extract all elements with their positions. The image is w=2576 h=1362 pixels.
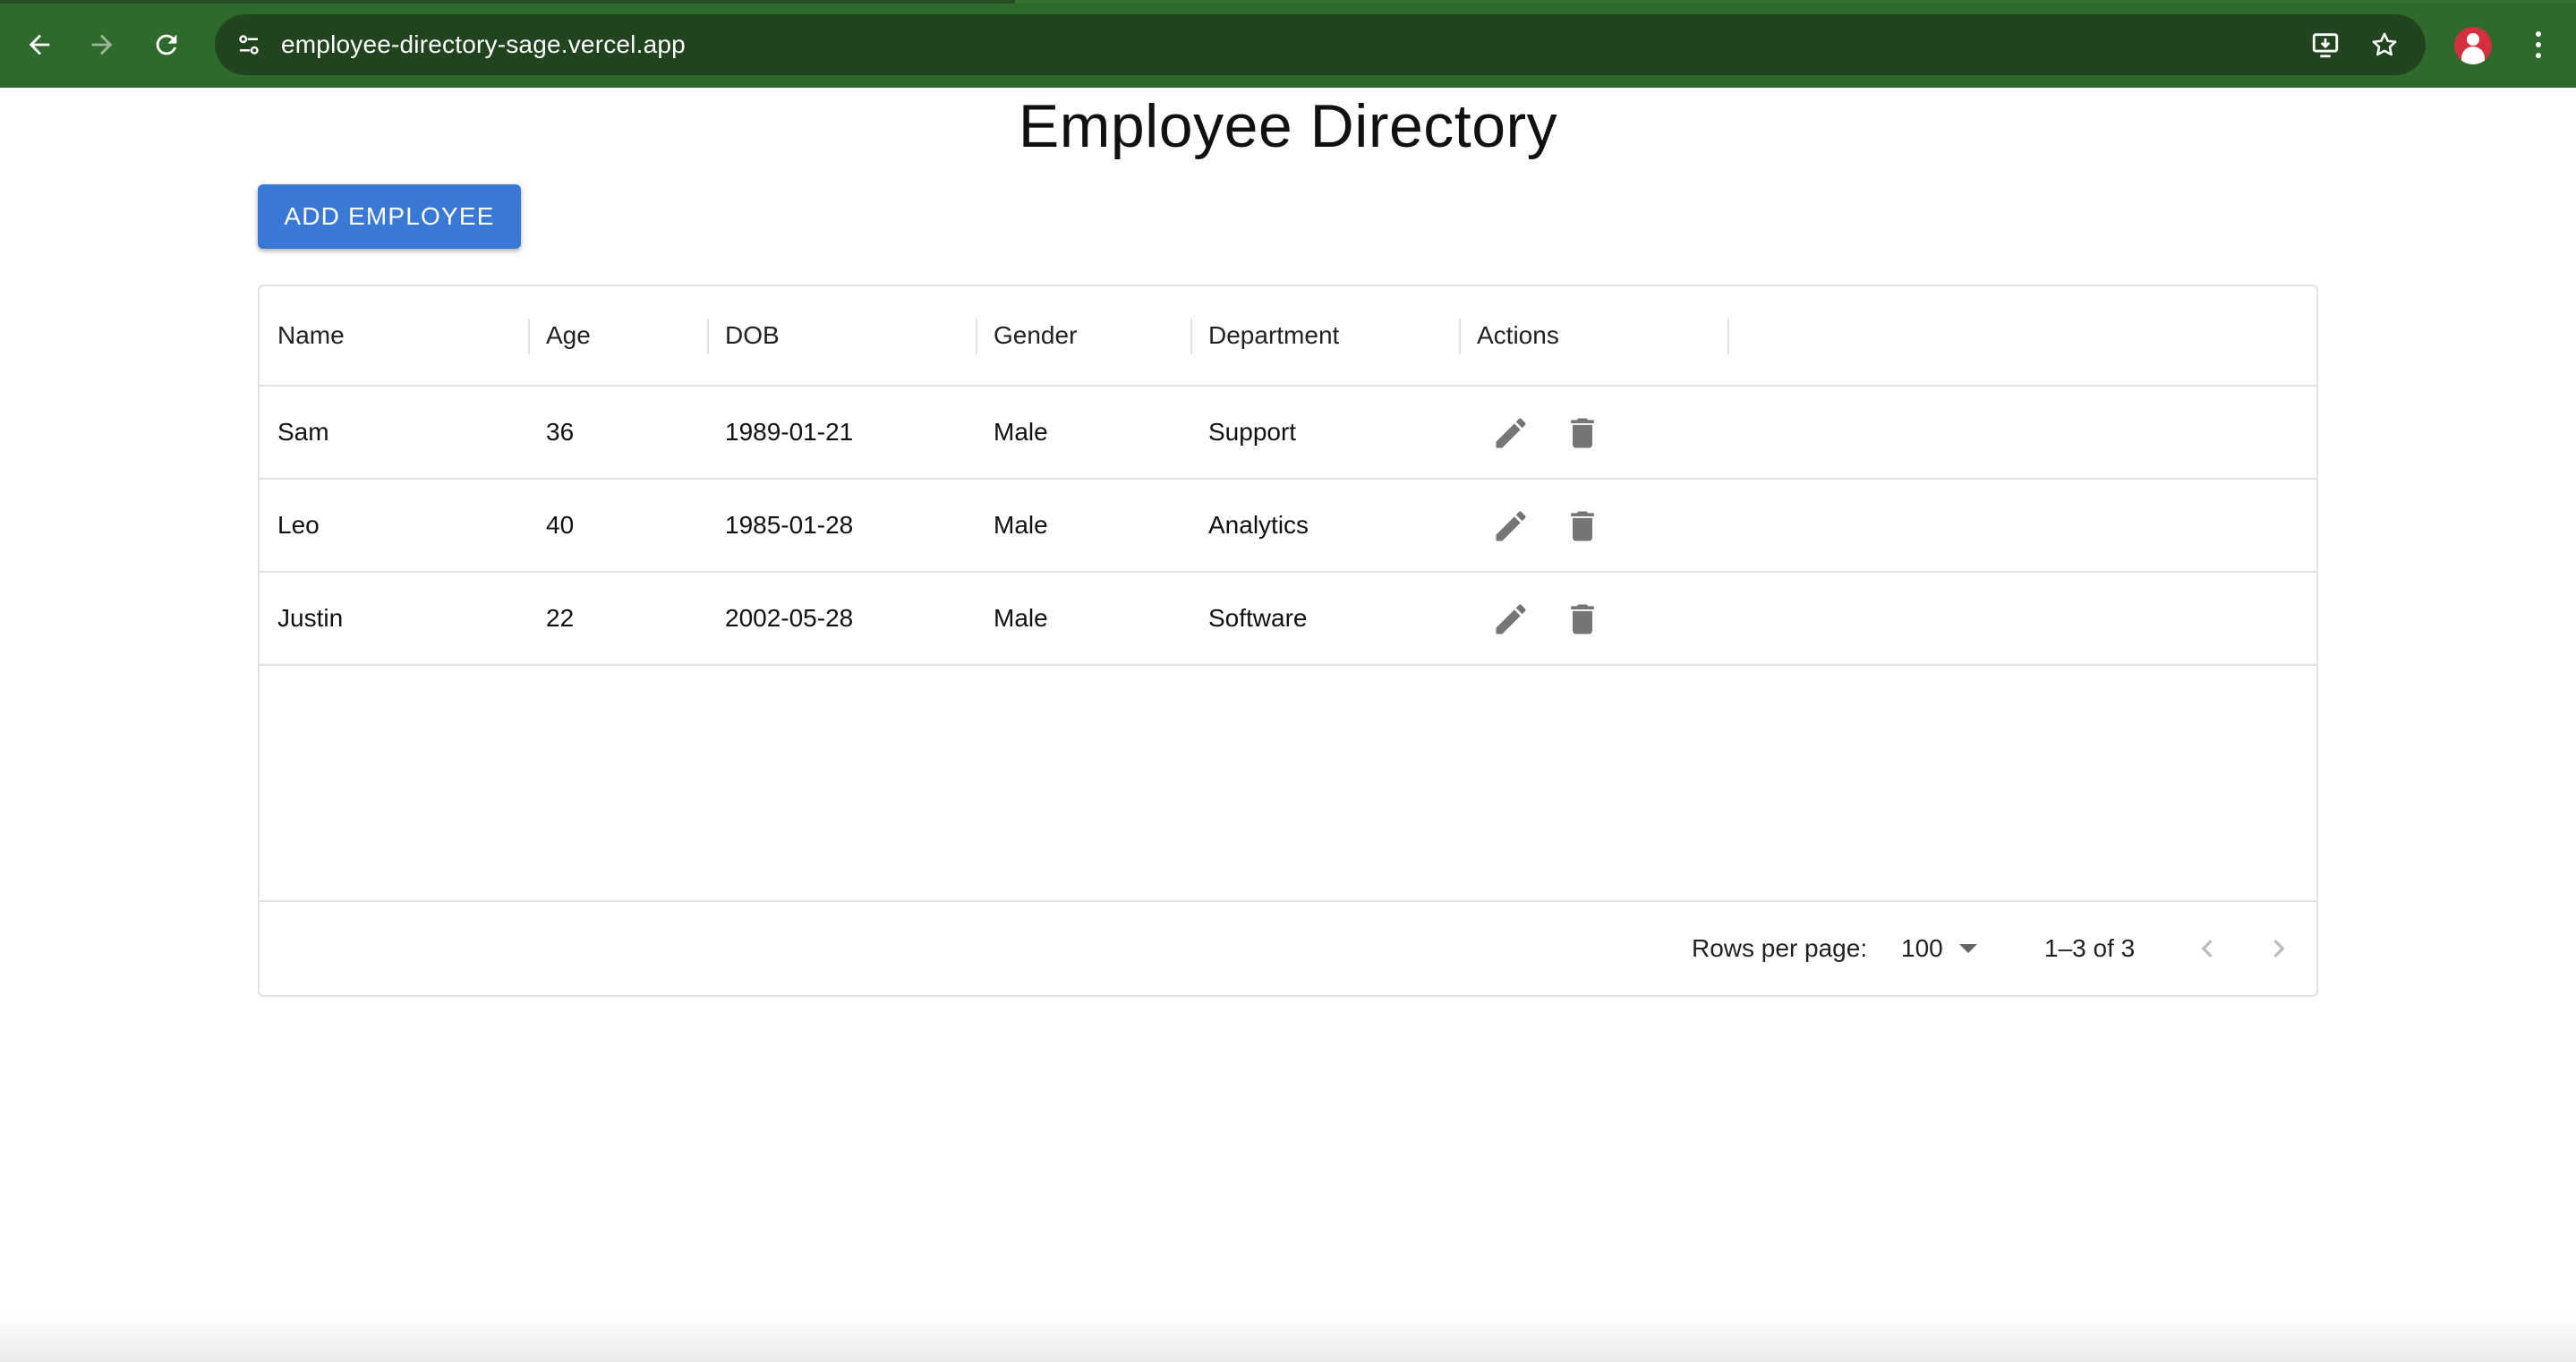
profile-avatar[interactable]	[2454, 27, 2492, 64]
reload-icon	[156, 34, 177, 55]
table-row[interactable]: Leo 40 1985-01-28 Male Analytics	[260, 480, 2316, 573]
active-tab-edge	[1015, 0, 2576, 4]
browser-toolbar: employee-directory-sage.vercel.app	[0, 0, 2576, 88]
window-bottom-shadow	[0, 1312, 2576, 1362]
cell-age: 40	[546, 511, 575, 539]
page-range-text: 1–3 of 3	[2044, 934, 2136, 962]
chevron-right-icon	[2273, 940, 2285, 958]
delete-icon[interactable]	[1561, 598, 1604, 641]
cell-name: Justin	[277, 604, 344, 632]
page-title: Employee Directory	[1018, 92, 1558, 160]
edit-icon[interactable]	[1489, 412, 1532, 455]
url-text[interactable]: employee-directory-sage.vercel.app	[281, 14, 686, 75]
cell-age: 22	[546, 604, 575, 632]
rows-per-page-label: Rows per page:	[1692, 934, 1868, 962]
column-header-name[interactable]: Name	[260, 286, 528, 385]
cell-name: Leo	[277, 511, 320, 539]
cell-dob: 2002-05-28	[725, 604, 854, 632]
install-app-icon	[2312, 33, 2339, 58]
table-row[interactable]: Justin 22 2002-05-28 Male Software	[260, 573, 2316, 666]
avatar-body	[2461, 47, 2485, 64]
chevron-left-icon	[2201, 940, 2213, 958]
delete-icon[interactable]	[1561, 412, 1604, 455]
chevron-down-icon	[1958, 944, 1977, 953]
page-viewport: Employee Directory ADD EMPLOYEE Name Age…	[0, 88, 2576, 1362]
rows-per-page-select[interactable]: 100	[1901, 927, 1977, 970]
back-button[interactable]	[18, 23, 61, 66]
rows-per-page-value: 100	[1901, 934, 1943, 962]
table-row[interactable]: Sam 36 1989-01-21 Male Support	[260, 387, 2316, 480]
cell-dob: 1985-01-28	[725, 511, 854, 539]
delete-icon[interactable]	[1561, 505, 1604, 548]
star-icon	[2372, 32, 2397, 56]
cell-department: Support	[1208, 418, 1297, 446]
reload-button[interactable]	[145, 23, 188, 66]
column-header-age[interactable]: Age	[528, 286, 707, 385]
address-bar[interactable]: employee-directory-sage.vercel.app	[215, 14, 2426, 75]
cell-name: Sam	[277, 418, 329, 446]
previous-page-button[interactable]	[2186, 927, 2229, 970]
cell-department: Software	[1208, 604, 1308, 632]
cell-age: 36	[546, 418, 575, 446]
column-header-gender[interactable]: Gender	[976, 286, 1190, 385]
column-separator[interactable]	[1727, 319, 1729, 354]
column-header-department[interactable]: Department	[1190, 286, 1459, 385]
cell-gender: Male	[994, 511, 1048, 539]
forward-button[interactable]	[81, 23, 124, 66]
add-employee-button[interactable]: ADD EMPLOYEE	[258, 184, 521, 249]
edit-icon[interactable]	[1489, 505, 1532, 548]
column-header-dob[interactable]: DOB	[707, 286, 976, 385]
install-app-button[interactable]	[2304, 23, 2347, 66]
cell-dob: 1989-01-21	[725, 418, 854, 446]
tune-icon	[239, 35, 259, 55]
table-header: Name Age DOB Gender Department Actions	[260, 286, 2316, 387]
arrow-right-icon	[91, 34, 113, 55]
tab-strip	[0, 0, 2576, 4]
table-pagination: Rows per page: 100 1–3 of 3	[260, 900, 2316, 995]
column-header-actions: Actions	[1477, 321, 1559, 349]
arrow-left-icon	[29, 34, 50, 55]
site-info-button[interactable]	[227, 23, 270, 66]
cell-gender: Male	[994, 418, 1048, 446]
cell-department: Analytics	[1208, 511, 1309, 539]
cell-gender: Male	[994, 604, 1048, 632]
next-page-button[interactable]	[2257, 927, 2300, 970]
employee-table: Name Age DOB Gender Department Actions S…	[258, 285, 2318, 997]
more-vert-icon[interactable]	[2519, 23, 2558, 66]
edit-icon[interactable]	[1489, 598, 1532, 641]
bookmark-button[interactable]	[2363, 23, 2406, 66]
avatar-head	[2467, 33, 2479, 46]
